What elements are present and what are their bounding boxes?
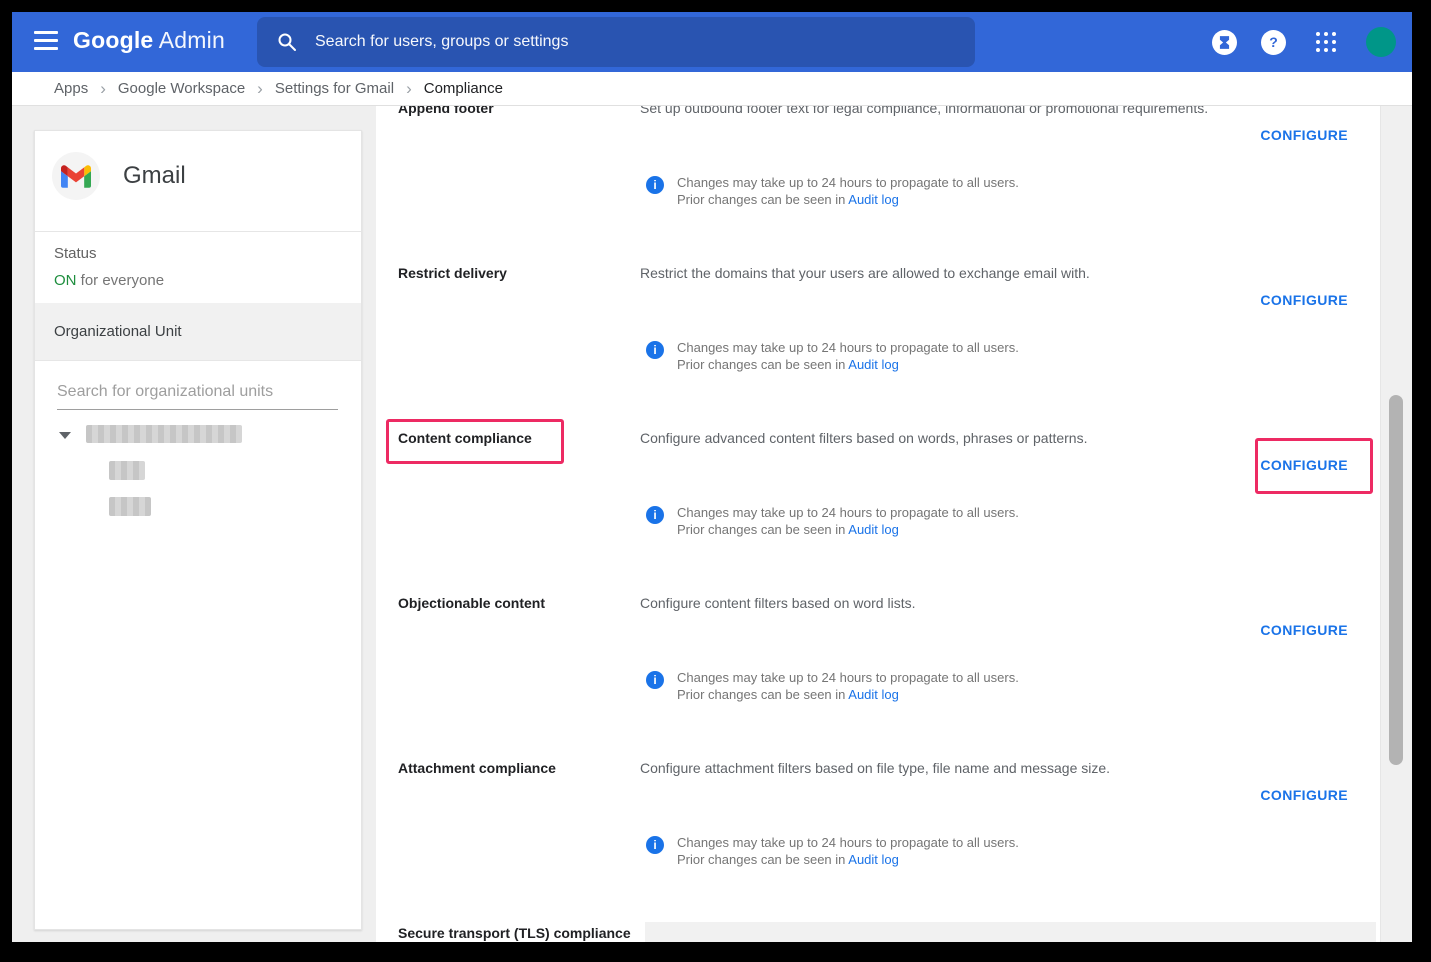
ou-search-input[interactable] — [57, 379, 338, 410]
setting-row-objectionable-content: Objectionable content Configure content … — [376, 595, 1380, 760]
setting-row-append-footer: Append footer Set up outbound footer tex… — [376, 106, 1380, 265]
audit-log-link[interactable]: Audit log — [848, 852, 899, 867]
setting-name: Content compliance — [398, 430, 532, 446]
propagation-note: i Changes may take up to 24 hours to pro… — [646, 339, 1019, 373]
breadcrumb: Apps › Google Workspace › Settings for G… — [12, 72, 1412, 106]
ou-child-item-redacted[interactable] — [109, 497, 151, 516]
app-bar: Google Admin Search for users, groups or… — [12, 12, 1412, 72]
audit-log-link[interactable]: Audit log — [848, 357, 899, 372]
gmail-logo-icon — [52, 152, 100, 200]
info-icon: i — [646, 671, 664, 689]
audit-log-link[interactable]: Audit log — [848, 192, 899, 207]
global-search-input[interactable]: Search for users, groups or settings — [257, 17, 975, 67]
setting-row-attachment-compliance: Attachment compliance Configure attachme… — [376, 760, 1380, 925]
gmail-service-card: Gmail Status ON for everyone Organizatio… — [34, 130, 362, 930]
setting-name: Objectionable content — [398, 595, 545, 611]
status-rest: for everyone — [77, 272, 165, 289]
ou-tree-expand-caret-icon[interactable] — [59, 432, 71, 439]
breadcrumb-separator: › — [406, 79, 412, 99]
breadcrumb-separator: › — [100, 79, 106, 99]
configure-button[interactable]: CONFIGURE — [1260, 787, 1348, 803]
ou-root-item-redacted[interactable] — [86, 425, 242, 443]
admin-console-page: Google Admin Search for users, groups or… — [12, 12, 1412, 942]
sidebar: Gmail Status ON for everyone Organizatio… — [12, 106, 376, 942]
organizational-unit-header: Organizational Unit — [35, 303, 361, 361]
propagation-note: i Changes may take up to 24 hours to pro… — [646, 174, 1019, 208]
vertical-scrollbar-thumb[interactable] — [1389, 395, 1403, 765]
info-icon: i — [646, 836, 664, 854]
setting-row-restrict-delivery: Restrict delivery Restrict the domains t… — [376, 265, 1380, 430]
setting-row-content-compliance: Content compliance Configure advanced co… — [376, 430, 1380, 595]
setting-name: Restrict delivery — [398, 265, 507, 281]
account-avatar[interactable] — [1366, 27, 1396, 57]
setting-description: Configure advanced content filters based… — [640, 430, 1087, 446]
info-icon: i — [646, 506, 664, 524]
compliance-settings-list: Append footer Set up outbound footer tex… — [376, 106, 1380, 942]
propagation-note: i Changes may take up to 24 hours to pro… — [646, 834, 1019, 868]
brand-google: Google — [73, 27, 153, 53]
breadcrumb-settings-for-gmail[interactable]: Settings for Gmail — [275, 80, 394, 97]
google-admin-logo[interactable]: Google Admin — [73, 27, 225, 54]
setting-name: Attachment compliance — [398, 760, 556, 776]
app-bar-actions: ? — [1212, 12, 1396, 72]
status-value: ON for everyone — [54, 272, 164, 289]
configure-button[interactable]: CONFIGURE — [1260, 127, 1348, 143]
setting-name: Append footer — [398, 106, 494, 116]
breadcrumb-current-compliance: Compliance — [424, 80, 503, 97]
propagation-note: i Changes may take up to 24 hours to pro… — [646, 504, 1019, 538]
help-icon[interactable]: ? — [1261, 30, 1286, 55]
search-placeholder: Search for users, groups or settings — [315, 33, 568, 51]
gmail-card-header: Gmail — [35, 131, 361, 231]
setting-name: Secure transport (TLS) compliance — [398, 925, 631, 941]
setting-description: Set up outbound footer text for legal co… — [640, 106, 1208, 116]
setting-row-secure-transport-tls: Secure transport (TLS) compliance — [376, 925, 1380, 942]
app-title: Gmail — [123, 162, 186, 190]
vertical-scrollbar-track[interactable] — [1380, 106, 1412, 942]
status-label: Status — [54, 245, 97, 262]
brand-admin: Admin — [153, 27, 225, 53]
audit-log-link[interactable]: Audit log — [848, 687, 899, 702]
info-icon: i — [646, 341, 664, 359]
propagation-note: i Changes may take up to 24 hours to pro… — [646, 669, 1019, 703]
status-on: ON — [54, 272, 77, 289]
audit-log-link[interactable]: Audit log — [848, 522, 899, 537]
divider — [35, 231, 361, 232]
tasks-hourglass-icon[interactable] — [1212, 30, 1237, 55]
breadcrumb-separator: › — [257, 79, 263, 99]
configure-button[interactable]: CONFIGURE — [1260, 622, 1348, 638]
google-apps-grid-icon[interactable] — [1316, 32, 1336, 52]
setting-description: Configure attachment filters based on fi… — [640, 760, 1110, 776]
setting-description: Restrict the domains that your users are… — [640, 265, 1090, 281]
configure-button[interactable]: CONFIGURE — [1260, 292, 1348, 308]
ou-child-item-redacted[interactable] — [109, 461, 145, 480]
hamburger-menu-icon[interactable] — [34, 31, 58, 53]
configure-button[interactable]: CONFIGURE — [1260, 457, 1348, 473]
setting-description: Configure content filters based on word … — [640, 595, 915, 611]
info-icon: i — [646, 176, 664, 194]
breadcrumb-apps[interactable]: Apps — [54, 80, 88, 97]
breadcrumb-google-workspace[interactable]: Google Workspace — [118, 80, 245, 97]
search-icon — [277, 32, 297, 52]
